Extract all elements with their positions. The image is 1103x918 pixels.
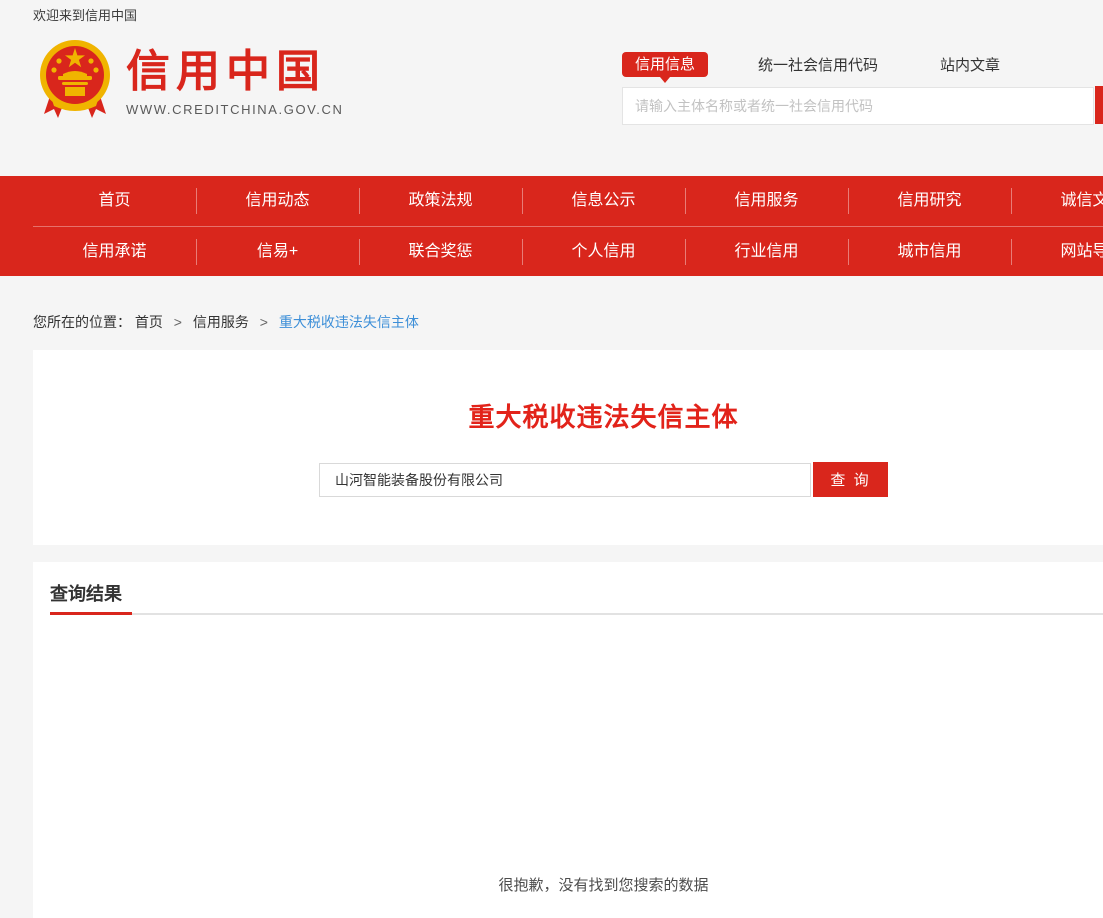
nav-credit-dynamics[interactable]: 信用动态: [196, 176, 359, 226]
nav-joint-reward-punishment[interactable]: 联合奖惩: [359, 227, 522, 277]
tab-credit-info-label: 信用信息: [635, 56, 695, 73]
nav-xinyi-plus[interactable]: 信易+: [196, 227, 359, 277]
breadcrumb-separator: >: [260, 314, 268, 330]
page-title: 重大税收违法失信主体: [33, 350, 1103, 434]
breadcrumb-credit-services[interactable]: 信用服务: [193, 314, 249, 330]
logo-title: 信用中国: [126, 44, 343, 100]
search-tabs: 信用信息 统一社会信用代码 站内文章: [622, 52, 1103, 77]
welcome-bar: 欢迎来到信用中国: [0, 0, 1103, 26]
breadcrumb-current-page[interactable]: 重大税收违法失信主体: [279, 314, 419, 330]
nav-industry-credit[interactable]: 行业信用: [685, 227, 848, 277]
header-search-button[interactable]: [1095, 86, 1103, 124]
results-heading: 查询结果: [33, 562, 1103, 606]
results-heading-divider: [50, 612, 1103, 615]
logo-url: WWW.CREDITCHINA.GOV.CN: [126, 102, 343, 117]
tab-uscc-label: 统一社会信用代码: [758, 57, 878, 74]
nav-row-2: 信用承诺 信易+ 联合奖惩 个人信用 行业信用 城市信用 网站导航: [33, 226, 1103, 276]
nav-credit-services[interactable]: 信用服务: [685, 176, 848, 226]
nav-credit-commitment[interactable]: 信用承诺: [33, 227, 196, 277]
empty-results-message: 很抱歉，没有找到您搜索的数据: [33, 874, 1103, 895]
nav-personal-credit[interactable]: 个人信用: [522, 227, 685, 277]
nav-city-credit[interactable]: 城市信用: [848, 227, 1011, 277]
nav-credit-research[interactable]: 信用研究: [848, 176, 1011, 226]
query-row: 查 询: [33, 462, 1103, 497]
logo-text-block: 信用中国 WWW.CREDITCHINA.GOV.CN: [126, 38, 343, 117]
nav-policies-regulations[interactable]: 政策法规: [359, 176, 522, 226]
breadcrumb: 您所在的位置： 首页 > 信用服务 > 重大税收违法失信主体: [0, 276, 1103, 332]
nav-row-1: 首页 信用动态 政策法规 信息公示 信用服务 信用研究 诚信文化: [33, 176, 1103, 226]
divider-red-accent: [50, 612, 132, 615]
breadcrumb-separator: >: [174, 314, 182, 330]
tab-site-articles-label: 站内文章: [940, 57, 1000, 74]
nav-integrity-culture[interactable]: 诚信文化: [1011, 176, 1103, 226]
header-search-input[interactable]: [622, 87, 1094, 125]
site-header: 信用中国 WWW.CREDITCHINA.GOV.CN 信用信息 统一社会信用代…: [0, 26, 1103, 176]
site-logo[interactable]: 信用中国 WWW.CREDITCHINA.GOV.CN: [38, 38, 343, 122]
top-region: 欢迎来到信用中国 信用中国 WWW.CREDITC: [0, 0, 1103, 176]
tab-unified-social-credit-code[interactable]: 统一社会信用代码: [758, 54, 878, 75]
active-tab-pointer-icon: [660, 77, 670, 83]
nav-site-navigation[interactable]: 网站导航: [1011, 227, 1103, 277]
tab-site-articles[interactable]: 站内文章: [940, 54, 1000, 75]
results-card: 查询结果 很抱歉，没有找到您搜索的数据: [33, 562, 1103, 918]
main-nav-inner: 首页 信用动态 政策法规 信息公示 信用服务 信用研究 诚信文化 信用承诺 信易…: [33, 176, 1103, 276]
breadcrumb-home[interactable]: 首页: [135, 314, 163, 330]
header-search-area: 信用信息 统一社会信用代码 站内文章: [622, 52, 1103, 125]
welcome-text: 欢迎来到信用中国: [33, 8, 137, 23]
divider-gray-line: [50, 613, 1103, 615]
main-nav: 首页 信用动态 政策法规 信息公示 信用服务 信用研究 诚信文化 信用承诺 信易…: [0, 176, 1103, 276]
tab-credit-info[interactable]: 信用信息: [622, 52, 708, 77]
breadcrumb-prefix: 您所在的位置：: [33, 314, 131, 330]
query-card: 重大税收违法失信主体 查 询: [33, 350, 1103, 545]
nav-info-disclosure[interactable]: 信息公示: [522, 176, 685, 226]
national-emblem-icon: [38, 38, 112, 122]
entity-search-input[interactable]: [319, 463, 811, 497]
query-button[interactable]: 查 询: [813, 462, 888, 497]
nav-home[interactable]: 首页: [33, 176, 196, 226]
